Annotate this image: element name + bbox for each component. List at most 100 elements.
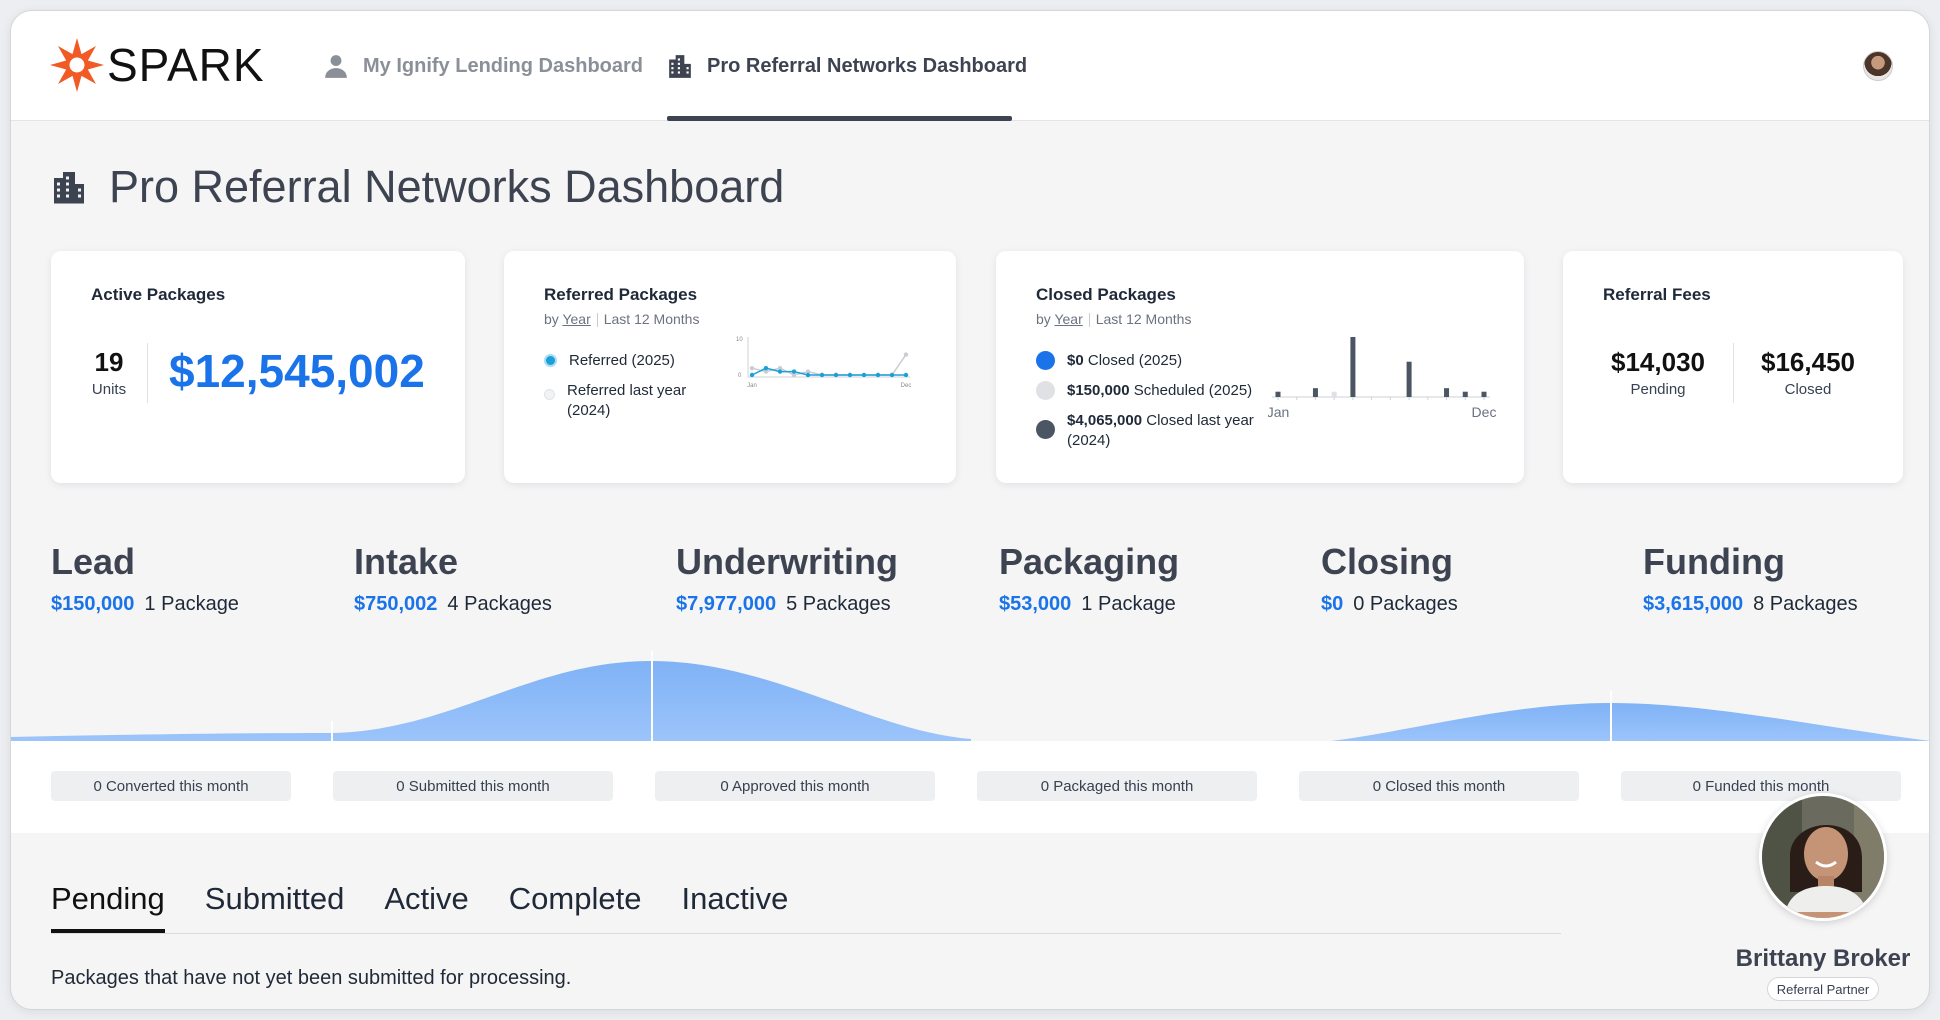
year-link[interactable]: Year — [1054, 311, 1082, 327]
stage-amount: $750,002 — [354, 593, 438, 615]
active-packages-card[interactable]: Active Packages 19 Units $12,545,002 — [51, 251, 465, 483]
x-tick-label: Jan — [1268, 404, 1289, 420]
legend-item-closed-2025: $0 Closed (2025) — [1036, 351, 1266, 371]
bar — [1462, 391, 1468, 397]
brand-name: SPARK — [107, 39, 265, 91]
card-title: Referral Fees — [1603, 285, 1711, 304]
tab-label: Pro Referral Networks Dashboard — [707, 54, 1028, 77]
stage-closing[interactable]: Closing $0 0 Packages — [1321, 541, 1458, 616]
stage-name: Funding — [1643, 541, 1785, 582]
stage-meta: $7,977,000 5 Packages — [676, 593, 898, 616]
by-label: by — [1036, 311, 1051, 327]
stage-funding[interactable]: Funding $3,615,000 8 Packages — [1643, 541, 1858, 616]
bar — [1481, 391, 1487, 397]
x-tick-label: Dec — [901, 383, 912, 389]
tab-pro-referral-networks-dashboard[interactable]: Pro Referral Networks Dashboard — [667, 11, 1027, 121]
legend-amount: $4,065,000 — [1067, 412, 1143, 429]
legend-label: Referred last year (2024) — [567, 382, 687, 419]
legend-label: Referred (2025) — [569, 352, 675, 369]
data-point — [763, 366, 769, 371]
legend-item-closed-2024: $4,065,000 Closed last year (2024) — [1036, 411, 1266, 451]
app-window: SPARK My Ignify Lending Dashboard Pro Re… — [10, 10, 1930, 1010]
bar — [1406, 361, 1412, 397]
tab-submitted[interactable]: Submitted — [205, 881, 345, 931]
stage-name: Packaging — [999, 541, 1180, 582]
legend-label: Scheduled (2025) — [1133, 382, 1253, 399]
spark-logo[interactable]: SPARK — [49, 35, 265, 95]
stage-lead[interactable]: Lead $150,000 1 Package — [51, 541, 239, 616]
stage-count: 4 Packages — [447, 593, 552, 615]
closed-fees-amount: $16,450 — [1761, 347, 1855, 377]
active-units-count: 19 — [94, 347, 124, 377]
tab-my-ignify-lending-dashboard[interactable]: My Ignify Lending Dashboard — [323, 11, 643, 121]
legend-label: Closed (2025) — [1087, 352, 1183, 369]
stage-amount: $150,000 — [51, 593, 135, 615]
stage-amount: $7,977,000 — [676, 593, 777, 615]
stage-amount: $53,000 — [999, 593, 1072, 615]
page-header: Pro Referral Networks Dashboard — [51, 161, 784, 213]
stage-status-intake: 0 Submitted this month — [333, 771, 613, 801]
person-icon — [323, 53, 349, 79]
stage-name: Underwriting — [676, 541, 898, 582]
legend-item-2025: Referred (2025) — [544, 351, 704, 371]
user-avatar[interactable] — [1863, 51, 1893, 81]
bar — [1350, 337, 1356, 397]
card-title: Active Packages — [91, 285, 226, 304]
spark-star-icon — [50, 38, 104, 92]
data-point — [903, 372, 909, 378]
stage-count: 1 Package — [1081, 593, 1176, 615]
referred-line-chart: 10 0 Jan Dec — [736, 337, 912, 389]
divider — [147, 343, 148, 403]
y-tick-label: 10 — [736, 337, 743, 343]
stage-name: Intake — [354, 541, 459, 582]
referral-fees-card[interactable]: Referral Fees $14,030 Pending $16,450 Cl… — [1563, 251, 1903, 483]
page-title: Pro Referral Networks Dashboard — [109, 161, 785, 212]
referred-packages-card[interactable]: Referred Packages by Year Last 12 Months … — [504, 251, 956, 483]
broker-avatar[interactable] — [1759, 793, 1887, 921]
legend-dot — [544, 354, 557, 367]
data-point — [875, 372, 881, 378]
stage-count: 1 Package — [144, 593, 239, 615]
bar — [1444, 388, 1450, 397]
stage-status-packaging: 0 Packaged this month — [977, 771, 1257, 801]
range-label: Last 12 Months — [603, 311, 700, 327]
stage-packaging[interactable]: Packaging $53,000 1 Package — [999, 541, 1179, 616]
stage-meta: $750,002 4 Packages — [354, 593, 552, 616]
stage-meta: $0 0 Packages — [1321, 593, 1458, 616]
stage-meta: $150,000 1 Package — [51, 593, 239, 616]
stage-status-lead: 0 Converted this month — [51, 771, 291, 801]
closed-label: Closed — [1784, 381, 1832, 398]
broker-portrait-image — [1762, 796, 1884, 918]
data-point — [889, 372, 895, 378]
data-point — [777, 369, 783, 374]
legend-dot — [1036, 351, 1055, 370]
stage-meta: $3,615,000 8 Packages — [1643, 593, 1858, 616]
tab-inactive[interactable]: Inactive — [681, 881, 788, 931]
data-point — [903, 352, 909, 357]
tab-active[interactable]: Active — [384, 881, 468, 931]
x-tick-label: Jan — [747, 383, 757, 389]
legend-amount: $150,000 — [1067, 382, 1130, 399]
legend-dot — [544, 389, 555, 400]
stage-intake[interactable]: Intake $750,002 4 Packages — [354, 541, 552, 616]
range-label: Last 12 Months — [1095, 311, 1192, 327]
stage-underwriting[interactable]: Underwriting $7,977,000 5 Packages — [676, 541, 898, 616]
legend-dot — [1036, 420, 1055, 439]
card-subtitle: by Year Last 12 Months — [1036, 311, 1192, 328]
broker-role-badge: Referral Partner — [1767, 977, 1879, 1001]
tab-complete[interactable]: Complete — [509, 881, 642, 931]
data-point — [749, 372, 755, 378]
stage-status-closing: 0 Closed this month — [1299, 771, 1579, 801]
legend-amount: $0 — [1067, 352, 1084, 369]
data-point — [819, 372, 825, 378]
stage-amount: $0 — [1321, 593, 1344, 615]
stage-count: 5 Packages — [786, 593, 891, 615]
card-title: Referred Packages — [544, 285, 698, 304]
by-label: by — [544, 311, 559, 327]
series-line-1 — [751, 354, 907, 376]
stage-count: 8 Packages — [1753, 593, 1858, 615]
tab-pending[interactable]: Pending — [51, 881, 165, 933]
data-point — [833, 372, 839, 378]
closed-packages-card[interactable]: Closed Packages by Year Last 12 Months $0… — [996, 251, 1524, 483]
year-link[interactable]: Year — [562, 311, 590, 327]
